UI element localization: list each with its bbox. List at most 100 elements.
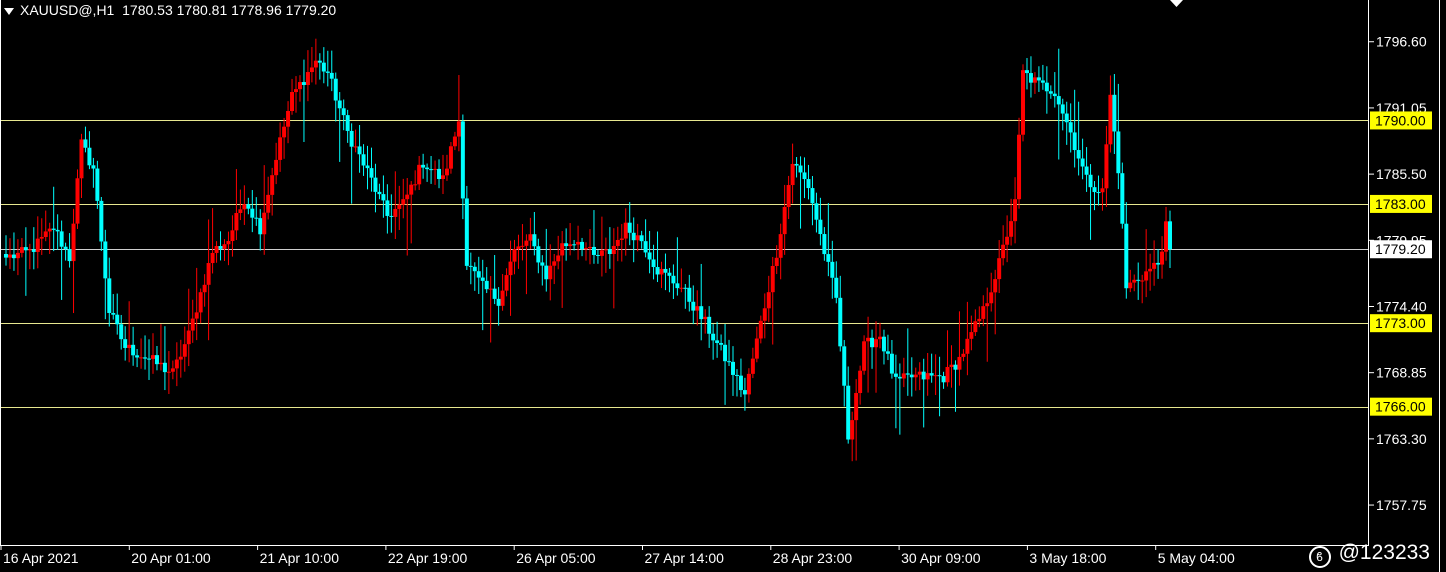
candle	[1096, 175, 1101, 206]
shift-marker-icon[interactable]	[1170, 0, 1183, 7]
candle-body	[667, 272, 672, 276]
dropdown-triangle-icon[interactable]	[4, 7, 14, 15]
candle-body	[99, 200, 104, 242]
candle-body	[266, 194, 271, 213]
candle	[623, 208, 628, 256]
candle	[734, 369, 739, 397]
candle-body	[1080, 158, 1085, 167]
candle-body	[218, 246, 223, 249]
level-price-tag-text: 1773.00	[1375, 315, 1426, 331]
candle	[464, 185, 469, 270]
candle-body	[858, 370, 863, 394]
candle	[317, 53, 322, 80]
candle-body	[631, 232, 636, 241]
candle-body	[560, 243, 565, 256]
candle	[1140, 274, 1145, 304]
candle	[611, 228, 616, 309]
candle	[794, 157, 799, 178]
candle-body	[1124, 223, 1129, 289]
candle-body	[874, 339, 879, 348]
candle	[1092, 181, 1097, 211]
candle	[51, 186, 56, 252]
candle	[528, 217, 533, 250]
candle-body	[15, 252, 20, 259]
candle	[23, 227, 28, 296]
candlestick-chart[interactable]: 1796.601791.051785.501779.951774.401768.…	[0, 0, 1446, 572]
candle	[115, 293, 120, 335]
candle-body	[957, 356, 962, 370]
candle-body	[162, 362, 167, 373]
candle	[897, 363, 902, 435]
candle-body	[655, 267, 660, 275]
candle	[838, 275, 843, 352]
candle	[707, 306, 712, 348]
candle	[476, 256, 481, 294]
candle-body	[250, 208, 255, 218]
candle	[536, 238, 541, 274]
candle-body	[11, 254, 16, 259]
level-price-tag: 1790.00	[1370, 111, 1432, 130]
candle	[500, 274, 505, 311]
candle	[440, 154, 445, 195]
candle	[55, 214, 60, 250]
candle-body	[75, 178, 80, 224]
level-price-tag: 1766.00	[1370, 397, 1432, 416]
candle	[313, 38, 318, 85]
candle	[766, 275, 771, 323]
candle	[627, 202, 632, 246]
candle-body	[639, 235, 644, 242]
candle	[603, 237, 608, 273]
candle	[413, 170, 418, 191]
candle-body	[135, 355, 140, 358]
candle	[1100, 178, 1105, 211]
candle-body	[464, 198, 469, 266]
candle-body	[381, 194, 386, 201]
candle	[1132, 274, 1137, 292]
candle	[365, 145, 370, 190]
candle	[619, 224, 624, 262]
candle	[1084, 147, 1089, 192]
candle	[961, 349, 966, 362]
time-tick-label: 5 May 04:00	[1158, 550, 1235, 566]
candle	[810, 176, 815, 226]
candle-body	[194, 312, 199, 319]
candle	[7, 238, 12, 269]
candle-body	[111, 312, 116, 315]
candle	[866, 316, 871, 393]
candle	[337, 92, 342, 162]
candle	[178, 339, 183, 378]
candle	[1120, 162, 1125, 229]
candle-body	[385, 200, 390, 216]
candle-body	[1024, 70, 1029, 74]
candle	[889, 339, 894, 379]
candle	[123, 326, 128, 361]
candle	[1005, 215, 1010, 263]
candle-body	[1048, 91, 1053, 94]
candle	[1068, 103, 1073, 153]
candle	[607, 227, 612, 269]
candle-body	[611, 245, 616, 254]
candle	[671, 264, 676, 300]
price-tick-label: 1763.30	[1376, 431, 1427, 447]
candle	[250, 190, 255, 233]
candle-body	[484, 280, 489, 290]
candle	[119, 314, 124, 350]
candle	[341, 99, 346, 131]
candle-body	[286, 111, 291, 127]
candle	[508, 240, 513, 316]
candle-body	[552, 261, 557, 266]
candle	[484, 267, 489, 294]
candle-body	[770, 265, 775, 293]
candle-body	[576, 241, 581, 245]
candle-body	[214, 246, 219, 253]
price-tick-label: 1774.40	[1376, 298, 1427, 314]
candle-body	[31, 249, 36, 252]
candle	[1128, 269, 1133, 293]
candle-body	[317, 60, 322, 63]
candle	[1168, 210, 1172, 268]
candle-body	[127, 344, 132, 348]
candle	[456, 75, 461, 152]
candle	[373, 163, 378, 213]
candle	[544, 228, 549, 292]
candle-body	[683, 287, 688, 289]
